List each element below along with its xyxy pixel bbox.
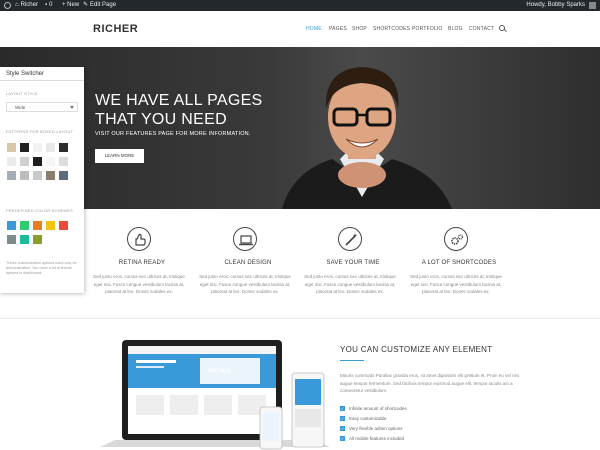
comment-icon: ▪ xyxy=(45,2,48,8)
color-scheme-swatch[interactable] xyxy=(20,235,29,244)
pattern-swatch[interactable] xyxy=(46,143,55,152)
nav-home[interactable]: HOME xyxy=(306,26,322,32)
color-scheme-swatch[interactable] xyxy=(33,235,42,244)
nav-pages[interactable]: PAGES xyxy=(329,26,347,32)
pattern-swatch[interactable] xyxy=(33,157,42,166)
checkmark-icon: ✓ xyxy=(340,416,345,421)
accent-underline xyxy=(340,360,364,361)
feature-title: A LOT OF SHORTCODES xyxy=(421,260,497,266)
color-scheme-swatch[interactable] xyxy=(46,221,55,230)
nav-portfolio[interactable]: PORTFOLIO xyxy=(412,26,443,32)
pattern-swatch[interactable] xyxy=(59,171,68,180)
check-item: ✓ All mobile features included xyxy=(340,436,404,441)
admin-account-menu[interactable]: Howdy, Bobby Sparks xyxy=(526,0,596,11)
admin-bar: ⌂ Richer ▪ 0 + New ✎ Edit Page Howdy, Bo… xyxy=(0,0,600,11)
check-item: ✓ Infinite amount of shortcodes xyxy=(340,406,407,411)
pencil-icon: ✎ xyxy=(83,2,89,8)
magic-wand-icon xyxy=(338,227,362,251)
pattern-swatch[interactable] xyxy=(20,171,29,180)
patterns-label: PATTERNS FOR BOXED LAYOUT xyxy=(6,129,74,134)
thumbs-up-icon xyxy=(127,227,151,251)
check-item: ✓ Very flexible admin options xyxy=(340,426,403,431)
pattern-swatch[interactable] xyxy=(46,171,55,180)
mockup-logo-text: RICHER xyxy=(208,369,232,375)
style-switcher-header: Style Switcher xyxy=(0,67,84,81)
pattern-swatch[interactable] xyxy=(20,157,29,166)
admin-edit-label: Edit Page xyxy=(90,2,117,8)
layout-style-select[interactable]: Wide xyxy=(6,102,78,112)
nav-contact[interactable]: CONTACT xyxy=(469,26,494,32)
home-icon: ⌂ xyxy=(15,2,19,8)
layout-style-label: LAYOUT STYLE xyxy=(6,91,38,96)
pattern-swatch[interactable] xyxy=(20,143,29,152)
switcher-note: These customization options used only fo… xyxy=(6,261,77,275)
feature-text: Sed justo eros, cursus nec ultrices at, … xyxy=(304,274,396,294)
checkmark-icon: ✓ xyxy=(340,436,345,441)
customize-section-text: Mauris commodo Parallax gravida eros, si… xyxy=(340,373,519,393)
color-scheme-swatch[interactable] xyxy=(59,221,68,230)
admin-new-button[interactable]: + New xyxy=(62,0,79,11)
pattern-swatch[interactable] xyxy=(33,143,42,152)
laptop-icon xyxy=(233,227,257,251)
nav-blog[interactable]: BLOG xyxy=(448,26,463,32)
check-label: Very flexible admin options xyxy=(349,426,403,431)
checkmark-icon: ✓ xyxy=(340,406,345,411)
learn-more-button[interactable]: LEARN MORE xyxy=(95,149,144,163)
color-scheme-swatch[interactable] xyxy=(33,221,42,230)
site-header: RICHER HOME PAGES SHOP SHORTCODES PORTFO… xyxy=(0,11,600,47)
pattern-swatch[interactable] xyxy=(33,171,42,180)
feature-title: CLEAN DESIGN xyxy=(224,260,272,266)
checkmark-icon: ✓ xyxy=(340,426,345,431)
gears-icon xyxy=(444,227,468,251)
color-scheme-swatch[interactable] xyxy=(7,221,16,230)
check-item: ✓ Easy customizable xyxy=(340,416,387,421)
hero-subtitle: VISIT OUR FEATURES PAGE FOR MORE INFORMA… xyxy=(95,131,251,137)
site-logo[interactable]: RICHER xyxy=(93,23,138,35)
wordpress-logo-button[interactable] xyxy=(4,0,11,11)
check-label: All mobile features included xyxy=(349,436,405,441)
feature-text: Sed justo eros, cursus nec ultrices at, … xyxy=(93,274,185,294)
admin-new-label: + New xyxy=(62,2,80,8)
pattern-swatch[interactable] xyxy=(59,157,68,166)
pattern-swatch[interactable] xyxy=(7,143,16,152)
feature-text: Sed justo eros, cursus nec ultrices at, … xyxy=(410,274,502,294)
nav-shortcodes[interactable]: SHORTCODES xyxy=(373,26,410,32)
hero-person-image xyxy=(282,67,452,209)
section-divider xyxy=(0,318,600,319)
admin-comments-link[interactable]: ▪ 0 xyxy=(45,0,52,11)
admin-site-name: Richer xyxy=(20,2,38,8)
color-scheme-swatch[interactable] xyxy=(7,235,16,244)
search-icon[interactable] xyxy=(499,25,505,31)
customize-section-title: YOU CAN CUSTOMIZE ANY ELEMENT xyxy=(340,345,493,354)
admin-edit-page-link[interactable]: ✎ Edit Page xyxy=(83,0,116,11)
feature-title: SAVE YOUR TIME xyxy=(326,260,380,266)
wordpress-icon xyxy=(4,2,11,9)
color-scheme-swatch[interactable] xyxy=(20,221,29,230)
admin-greeting: Howdy, Bobby Sparks xyxy=(526,2,585,8)
style-switcher-panel: Style Switcher LAYOUT STYLE Wide PATTERN… xyxy=(0,67,97,293)
gear-icon[interactable] xyxy=(90,71,97,78)
check-label: Easy customizable xyxy=(349,416,387,421)
nav-shop[interactable]: SHOP xyxy=(352,26,367,32)
pattern-swatch[interactable] xyxy=(46,157,55,166)
color-schemes-label: PREDEFINED COLOR SCHEMES xyxy=(6,208,73,213)
devices-mockup-image xyxy=(100,340,330,450)
style-switcher-title: Style Switcher xyxy=(6,71,45,77)
admin-site-name-link[interactable]: ⌂ Richer xyxy=(15,0,38,11)
admin-comments-count: 0 xyxy=(49,2,53,8)
feature-text: Sed justo eros, cursus nec ultrices at, … xyxy=(199,274,291,294)
check-label: Infinite amount of shortcodes xyxy=(349,406,407,411)
feature-title: RETINA READY xyxy=(118,260,166,266)
user-avatar xyxy=(589,2,596,9)
pattern-swatch[interactable] xyxy=(7,171,16,180)
pattern-swatch[interactable] xyxy=(7,157,16,166)
pattern-swatch[interactable] xyxy=(59,143,68,152)
